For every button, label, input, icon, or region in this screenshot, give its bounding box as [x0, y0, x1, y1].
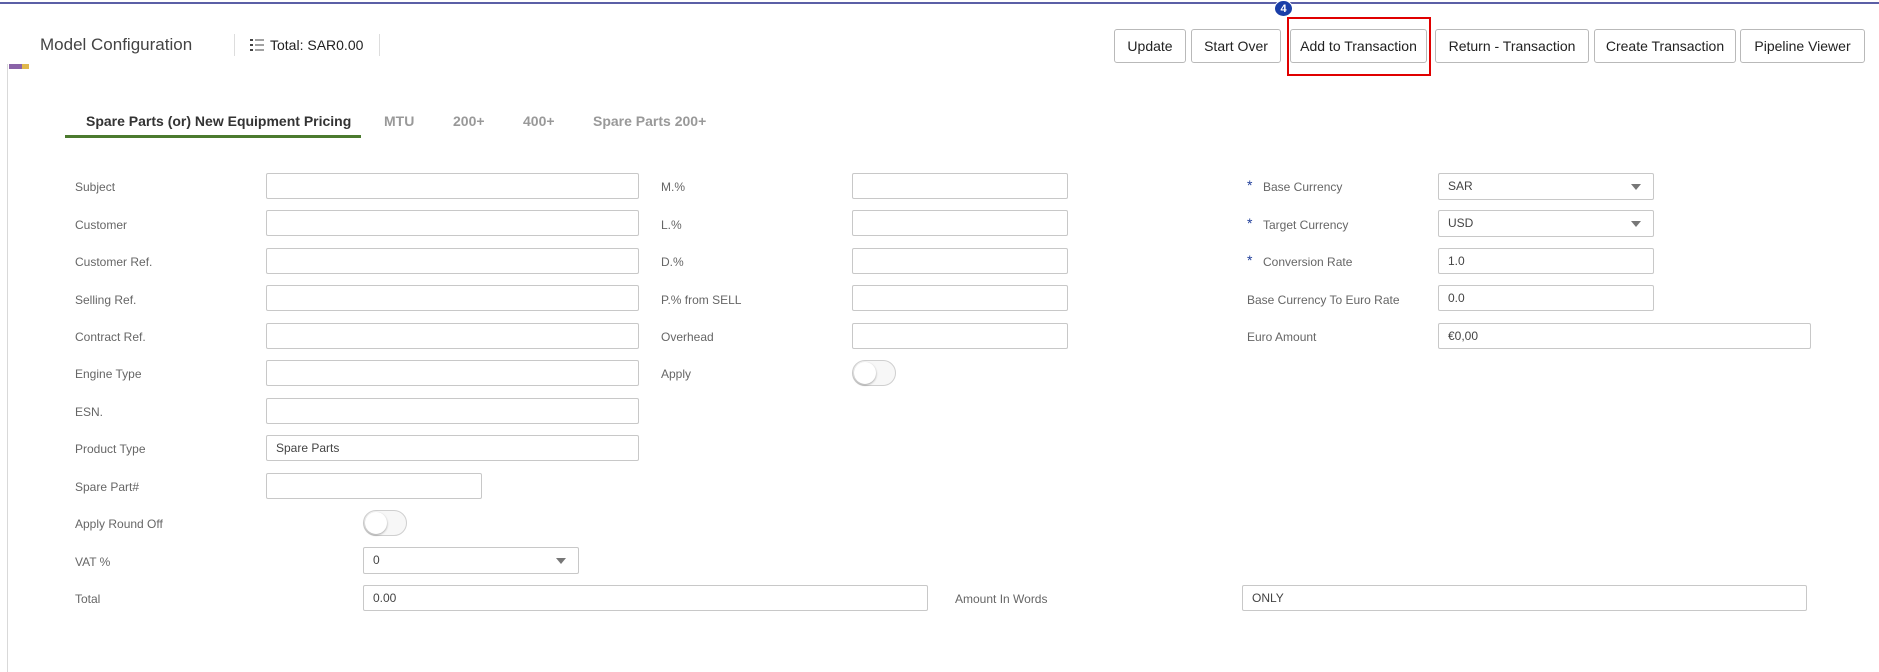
left-divider — [7, 64, 8, 672]
amount-in-words-label: Amount In Words — [955, 592, 1048, 606]
vat-select[interactable]: 0 — [363, 547, 579, 574]
top-accent-line — [0, 2, 1879, 4]
vat-value: 0 — [373, 553, 380, 567]
product-type-label: Product Type — [75, 442, 146, 456]
base-currency-label: Base Currency — [1263, 180, 1343, 194]
total-label: Total: SAR0.00 — [270, 37, 364, 53]
customer-ref-input[interactable] — [266, 248, 639, 274]
page-title: Model Configuration — [40, 35, 193, 54]
l-pct-input[interactable] — [852, 210, 1068, 236]
toggle-knob — [854, 362, 876, 384]
apply-round-off-label: Apply Round Off — [75, 517, 163, 531]
d-pct-label: D.% — [661, 255, 684, 269]
create-transaction-button[interactable]: Create Transaction — [1594, 29, 1736, 63]
step-badge: 4 — [1274, 0, 1293, 17]
product-type-input[interactable] — [266, 435, 639, 461]
p-pct-input[interactable] — [852, 285, 1068, 311]
left-color-marker — [9, 64, 29, 69]
base-currency-select[interactable]: SAR — [1438, 173, 1654, 200]
euro-amount-input[interactable] — [1438, 323, 1811, 349]
customer-input[interactable] — [266, 210, 639, 236]
selling-ref-label: Selling Ref. — [75, 293, 137, 307]
apply-label: Apply — [661, 367, 692, 381]
required-star: * — [1247, 177, 1253, 193]
l-pct-label: L.% — [661, 218, 682, 232]
tab-200-plus[interactable]: 200+ — [453, 113, 485, 129]
engine-type-input[interactable] — [266, 360, 639, 386]
active-tab-underline — [65, 135, 361, 138]
engine-type-label: Engine Type — [75, 367, 142, 381]
esn-input[interactable] — [266, 398, 639, 424]
base-currency-value: SAR — [1448, 179, 1473, 193]
pipeline-viewer-button[interactable]: Pipeline Viewer — [1740, 29, 1865, 63]
target-currency-select[interactable]: USD — [1438, 210, 1654, 237]
tab-spare-parts-200-plus[interactable]: Spare Parts 200+ — [593, 113, 706, 129]
m-pct-input[interactable] — [852, 173, 1068, 199]
contract-ref-input[interactable] — [266, 323, 639, 349]
base-to-euro-input[interactable] — [1438, 285, 1654, 311]
return-transaction-button[interactable]: Return - Transaction — [1435, 29, 1589, 63]
customer-ref-label: Customer Ref. — [75, 255, 153, 269]
m-pct-label: M.% — [661, 180, 685, 194]
overhead-label: Overhead — [661, 330, 714, 344]
highlight-box — [1287, 17, 1431, 76]
vat-label: VAT % — [75, 555, 111, 569]
conversion-rate-input[interactable] — [1438, 248, 1654, 274]
overhead-input[interactable] — [852, 323, 1068, 349]
update-button[interactable]: Update — [1114, 29, 1186, 63]
header-divider-2 — [379, 34, 380, 56]
apply-round-off-toggle[interactable] — [363, 510, 407, 536]
amount-in-words-input[interactable] — [1242, 585, 1807, 611]
subject-label: Subject — [75, 180, 116, 194]
contract-ref-label: Contract Ref. — [75, 330, 146, 344]
target-currency-value: USD — [1448, 216, 1474, 230]
esn-label: ESN. — [75, 405, 104, 419]
start-over-button[interactable]: Start Over — [1191, 29, 1281, 63]
total-field-label: Total — [75, 592, 101, 606]
required-star: * — [1247, 252, 1253, 268]
spare-part-label: Spare Part# — [75, 480, 140, 494]
target-currency-label: Target Currency — [1263, 218, 1349, 232]
required-star: * — [1247, 215, 1253, 231]
caret-down-icon — [556, 558, 566, 564]
d-pct-input[interactable] — [852, 248, 1068, 274]
toggle-knob — [365, 512, 387, 534]
selling-ref-input[interactable] — [266, 285, 639, 311]
base-to-euro-label: Base Currency To Euro Rate — [1247, 293, 1400, 307]
apply-toggle[interactable] — [852, 360, 896, 386]
euro-amount-label: Euro Amount — [1247, 330, 1317, 344]
spare-part-input[interactable] — [266, 473, 482, 499]
tab-mtu[interactable]: MTU — [384, 113, 414, 129]
tab-400-plus[interactable]: 400+ — [523, 113, 555, 129]
subject-input[interactable] — [266, 173, 639, 199]
conversion-rate-label: Conversion Rate — [1263, 255, 1353, 269]
list-icon — [250, 39, 264, 51]
total-input[interactable] — [363, 585, 928, 611]
header-divider — [234, 34, 235, 56]
caret-down-icon — [1631, 184, 1641, 190]
p-pct-label: P.% from SELL — [661, 293, 742, 307]
total-summary: Total: SAR0.00 — [250, 37, 363, 53]
tab-spare-parts-pricing[interactable]: Spare Parts (or) New Equipment Pricing — [86, 113, 351, 129]
caret-down-icon — [1631, 221, 1641, 227]
customer-label: Customer — [75, 218, 128, 232]
